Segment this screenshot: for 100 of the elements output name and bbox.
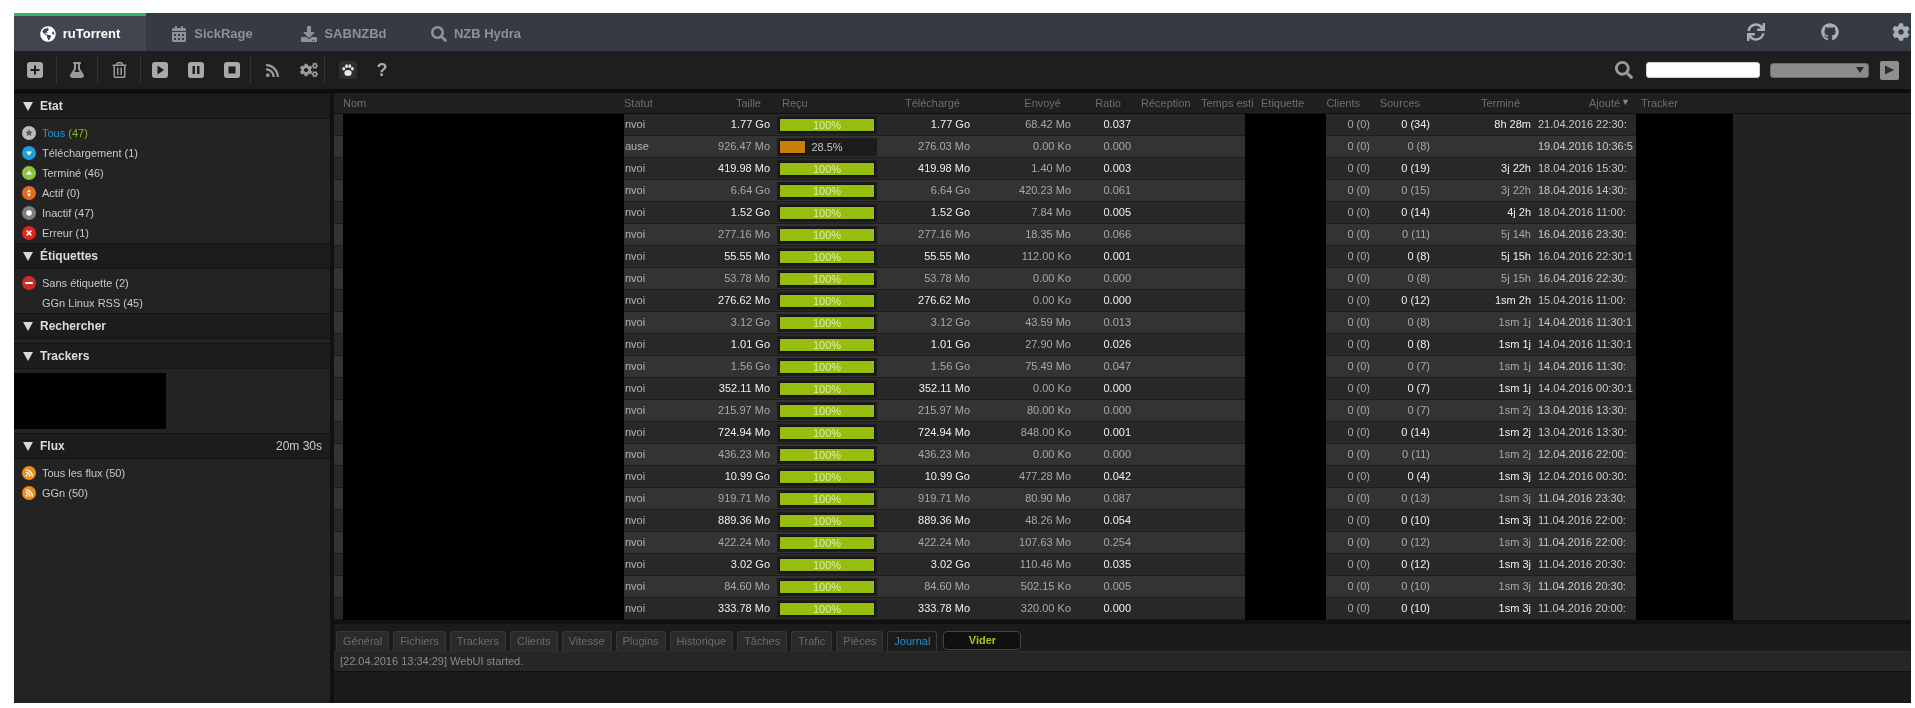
nav-tab[interactable]: SickRage [146, 13, 278, 51]
table-row[interactable]: nvoi 3.12 Go 100% 3.12 Go 43.59 Mo 0.013 0 (0) 0 (8) 1sm 1j 14.04.2016 11:30:1 [334, 312, 1733, 334]
flask-icon[interactable] [69, 62, 85, 78]
filter-item[interactable]: Sans étiquette (2) [14, 273, 330, 293]
table-row[interactable]: nvoi 10.99 Go 100% 10.99 Go 477.28 Mo 0.042 0 (0) 0 (4) 1sm 3j 12.04.2016 00:30: [334, 466, 1733, 488]
table-row[interactable]: nvoi 3.02 Go 100% 3.02 Go 110.46 Mo 0.035 0 (0) 0 (12) 1sm 3j 11.04.2016 20:30: [334, 554, 1733, 576]
filter-item[interactable]: GGn (50) [14, 483, 330, 503]
search-icon[interactable] [1615, 61, 1633, 79]
triangle-down-icon[interactable] [23, 251, 33, 261]
table-row[interactable]: nvoi 1.56 Go 100% 1.56 Go 75.49 Mo 0.047 0 (0) 0 (7) 1sm 1j 14.04.2016 11:30: [334, 356, 1733, 378]
plus-square-icon[interactable] [27, 62, 43, 78]
table-row[interactable]: ause 926.47 Mo 28.5% 276.03 Mo 0.00 Ko 0.000 0 (0) 0 (8) 19.04.2016 10:36:5 [334, 136, 1733, 158]
filter-item[interactable]: Terminé (46) [14, 163, 330, 183]
table-cell-text: 215.97 Mo [917, 403, 971, 419]
table-row[interactable]: nvoi 55.55 Mo 100% 55.55 Mo 112.00 Ko 0.001 0 (0) 0 (8) 5j 15h 16.04.2016 22:30:1 [334, 246, 1733, 268]
table-row[interactable]: nvoi 1.52 Go 100% 1.52 Go 7.84 Mo 0.005 0 (0) 0 (14) 4j 2h 18.04.2016 11:00: [334, 202, 1733, 224]
triangle-down-icon[interactable] [23, 351, 33, 361]
table-cell-text: 0 (0) [1346, 139, 1371, 155]
go-button[interactable] [1880, 60, 1899, 80]
table-row[interactable]: nvoi 419.98 Mo 100% 419.98 Mo 1.40 Mo 0.003 0 (0) 0 (19) 3j 22h 18.04.2016 15:30: [334, 158, 1733, 180]
table-cell-text: 333.78 Mo [917, 601, 971, 617]
nav-tab[interactable]: ruTorrent [14, 13, 146, 51]
log-entry: [22.04.2016 13:34:29] WebUI started. [340, 654, 524, 670]
progress-label: 100% [812, 361, 842, 372]
details-tab[interactable]: Journal [887, 631, 938, 651]
table-row[interactable]: nvoi 724.94 Mo 100% 724.94 Mo 848.00 Ko 0.001 0 (0) 0 (14) 1sm 2j 13.04.2016 13:30: [334, 422, 1733, 444]
table-cell-text: 0 (0) [1346, 491, 1371, 507]
caret-down-icon [1856, 67, 1864, 73]
paw-icon[interactable] [338, 61, 357, 79]
settings-icon[interactable] [300, 61, 318, 79]
stop-icon[interactable] [223, 62, 240, 78]
clear-button[interactable]: Vider [943, 631, 1022, 650]
table-cell-text: 18.35 Mo [1024, 227, 1072, 243]
table-row[interactable]: nvoi 1.01 Go 100% 1.01 Go 27.90 Mo 0.026 0 (0) 0 (8) 1sm 1j 14.04.2016 11:30:1 [334, 334, 1733, 356]
column-header[interactable]: Ajouté▼ [1536, 93, 1636, 113]
nav-tab[interactable]: NZB Hydra [410, 13, 542, 51]
trash-icon[interactable] [111, 62, 127, 78]
filter-item[interactable]: GGn Linux RSS (45) [14, 293, 330, 313]
rss-icon[interactable] [265, 62, 280, 78]
filter-item[interactable]: Erreur (1) [14, 223, 330, 243]
table-row[interactable]: nvoi 215.97 Mo 100% 215.97 Mo 80.00 Ko 0.000 0 (0) 0 (7) 1sm 2j 13.04.2016 13:30: [334, 400, 1733, 422]
filter-item[interactable]: Inactif (47) [14, 203, 330, 223]
play-icon[interactable] [151, 62, 168, 78]
table-cell-text: 0 (0) [1346, 249, 1371, 265]
table-row[interactable]: nvoi 352.11 Mo 100% 352.11 Mo 0.00 Ko 0.000 0 (0) 0 (7) 1sm 1j 14.04.2016 00:30:1 [334, 378, 1733, 400]
table-cell-text: 14.04.2016 11:30:1 [1537, 337, 1633, 353]
table-cell-text: 0 (0) [1346, 117, 1371, 133]
table-cell-text: 1sm 2h [1493, 293, 1532, 309]
table-row[interactable]: nvoi 277.16 Mo 100% 277.16 Mo 18.35 Mo 0.066 0 (0) 0 (11) 5j 14h 16.04.2016 23:30: [334, 224, 1733, 246]
pause-icon[interactable] [187, 62, 204, 78]
help-button[interactable]: ? [370, 58, 394, 82]
table-cell-text: nvoi [624, 601, 647, 617]
table-cell-text: 0 (0) [1346, 447, 1371, 463]
progress-label: 100% [812, 207, 842, 218]
table-row[interactable]: nvoi 919.71 Mo 100% 919.71 Mo 80.90 Mo 0.087 0 (0) 0 (13) 1sm 3j 11.04.2016 23:30: [334, 488, 1733, 510]
table-cell-text: 0.005 [1102, 205, 1132, 221]
table-row[interactable]: nvoi 276.62 Mo 100% 276.62 Mo 0.00 Ko 0.000 0 (0) 0 (12) 1sm 2h 15.04.2016 11:00: [334, 290, 1733, 312]
table-row[interactable]: nvoi 436.23 Mo 100% 436.23 Mo 0.00 Ko 0.000 0 (0) 0 (11) 1sm 2j 12.04.2016 22:00: [334, 444, 1733, 466]
table-cell-text: 1sm 1j [1497, 337, 1532, 353]
search-field[interactable] [1646, 62, 1760, 78]
github-icon[interactable] [1821, 23, 1839, 41]
table-row[interactable]: nvoi 53.78 Mo 100% 53.78 Mo 0.00 Ko 0.000 0 (0) 0 (8) 5j 15h 16.04.2016 22:30: [334, 268, 1733, 290]
triangle-down-icon[interactable] [23, 321, 33, 331]
table-cell-text: 0.026 [1102, 337, 1132, 353]
timer-text: 20m 30s [275, 438, 322, 455]
table-cell-text: 43.59 Mo [1024, 315, 1072, 331]
triangle-down-icon[interactable] [23, 101, 33, 111]
table-cell-text: 724.94 Mo [917, 425, 971, 441]
nav-tab[interactable]: SABNZBd [278, 13, 410, 51]
table-cell-text: 0.000 [1102, 403, 1132, 419]
table-row[interactable]: nvoi 333.78 Mo 100% 333.78 Mo 320.00 Ko 0.000 0 (0) 0 (10) 1sm 3j 11.04.2016 20:00: [334, 598, 1733, 620]
table-cell-text: 1.52 Go [929, 205, 971, 221]
table-row[interactable]: nvoi 84.60 Mo 100% 84.60 Mo 502.15 Ko 0.005 0 (0) 0 (10) 1sm 3j 11.04.2016 20:30: [334, 576, 1733, 598]
filter-item[interactable]: Tous (47) [14, 123, 330, 143]
table-cell-text: 422.24 Mo [717, 535, 771, 551]
table-cell-text: 1sm 1j [1497, 381, 1532, 397]
triangle-down-icon[interactable] [23, 441, 33, 451]
table-cell-text: nvoi [624, 513, 647, 529]
table-cell-text: 3.12 Go [729, 315, 771, 331]
table-row[interactable]: nvoi 422.24 Mo 100% 422.24 Mo 107.63 Mo 0.254 0 (0) 0 (12) 1sm 3j 11.04.2016 22:00: [334, 532, 1733, 554]
table-cell-text: nvoi [624, 205, 647, 221]
filter-dropdown[interactable] [1770, 62, 1869, 78]
progress-label: 100% [812, 339, 842, 350]
table-cell-text: 0.254 [1102, 535, 1132, 551]
table-row[interactable]: nvoi 1.77 Go 100% 1.77 Go 68.42 Mo 0.037 0 (0) 0 (34) 8h 28m 21.04.2016 22:30: [334, 114, 1733, 136]
table-cell-text: nvoi [624, 249, 647, 265]
filter-item[interactable]: Tous les flux (50) [14, 463, 330, 483]
table-row[interactable]: nvoi 6.64 Go 100% 6.64 Go 420.23 Mo 0.061 0 (0) 0 (15) 3j 22h 18.04.2016 14:30: [334, 180, 1733, 202]
table-row[interactable]: nvoi 889.36 Mo 100% 889.36 Mo 48.26 Mo 0.054 0 (0) 0 (10) 1sm 3j 11.04.2016 22:00: [334, 510, 1733, 532]
down-arrow-badge-icon [22, 146, 36, 160]
filter-item[interactable]: Actif (0) [14, 183, 330, 203]
table-cell-text: 5j 14h [1500, 227, 1532, 243]
filter-item[interactable]: Téléchargement (1) [14, 143, 330, 163]
table-cell-text: 0 (15) [1400, 183, 1431, 199]
table-cell-text: 16.04.2016 22:30: [1537, 271, 1628, 287]
section-title: Étiquettes [40, 247, 98, 265]
table-cell-text: 0.005 [1102, 579, 1132, 595]
table-cell-text: 75.49 Mo [1024, 359, 1072, 375]
settings-icon[interactable] [1892, 23, 1910, 41]
refresh-icon[interactable] [1747, 23, 1765, 41]
